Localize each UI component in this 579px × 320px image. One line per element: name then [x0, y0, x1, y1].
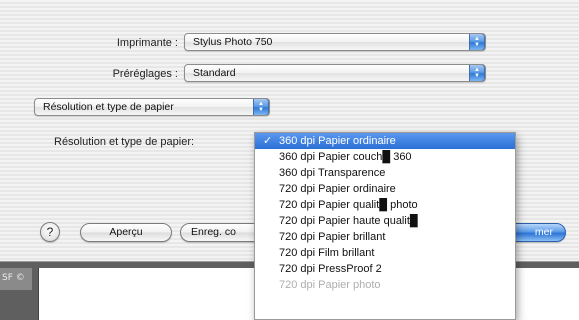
menu-item[interactable]: 360 dpi Papier couch█ 360	[255, 149, 515, 165]
menu-item[interactable]: 360 dpi Transparence	[255, 165, 515, 181]
printer-popup[interactable]: Stylus Photo 750 ▲ ▼	[184, 33, 486, 51]
resolution-label: Résolution et type de papier:	[54, 136, 195, 148]
menu-item-label: 720 dpi Film brillant	[279, 247, 375, 259]
printer-label: Imprimante :	[116, 37, 178, 49]
menu-item[interactable]: 720 dpi Papier haute qualit█	[255, 213, 515, 229]
resolution-paper-menu[interactable]: ✓ 360 dpi Papier ordinaire 360 dpi Papie…	[254, 132, 516, 320]
menu-item-label: 360 dpi Papier ordinaire	[279, 135, 396, 147]
menu-item-label: 720 dpi Papier ordinaire	[279, 183, 396, 195]
popup-arrows-icon: ▲ ▼	[469, 34, 485, 50]
printer-value: Stylus Photo 750	[193, 36, 273, 48]
menu-item-label: 720 dpi Papier haute qualit█	[279, 215, 418, 227]
preview-button[interactable]: Aperçu	[80, 223, 172, 242]
help-icon: ?	[46, 225, 54, 239]
menu-item[interactable]: 720 dpi PressProof 2	[255, 261, 515, 277]
popup-arrows-icon: ▲ ▼	[253, 99, 269, 115]
help-button[interactable]: ?	[40, 222, 60, 242]
menu-item-label: 360 dpi Transparence	[279, 167, 386, 179]
menu-item-label: 360 dpi Papier couch█ 360	[279, 151, 412, 163]
presets-popup[interactable]: Standard ▲ ▼	[184, 64, 486, 82]
menu-item-label: 720 dpi Papier brillant	[279, 231, 386, 243]
menu-item[interactable]: 720 dpi Film brillant	[255, 245, 515, 261]
presets-label: Préréglages :	[112, 68, 178, 80]
presets-value: Standard	[193, 67, 236, 79]
menu-item[interactable]: 720 dpi Papier ordinaire	[255, 181, 515, 197]
background-window-tab: SF ©	[0, 268, 32, 290]
menu-item-label: 720 dpi Papier photo	[279, 279, 381, 291]
menu-item[interactable]: ✓ 360 dpi Papier ordinaire	[255, 133, 515, 149]
panel-popup-value: Résolution et type de papier	[43, 101, 174, 113]
popup-arrows-icon: ▲ ▼	[469, 65, 485, 81]
panel-popup[interactable]: Résolution et type de papier ▲ ▼	[34, 98, 270, 116]
checkmark-icon: ✓	[263, 135, 273, 147]
menu-item[interactable]: 720 dpi Papier qualit█ photo	[255, 197, 515, 213]
menu-item[interactable]: 720 dpi Papier brillant	[255, 229, 515, 245]
menu-item[interactable]: 720 dpi Papier photo	[255, 277, 515, 293]
menu-item-label: 720 dpi Papier qualit█ photo	[279, 199, 418, 211]
menu-item-label: 720 dpi PressProof 2	[279, 263, 382, 275]
